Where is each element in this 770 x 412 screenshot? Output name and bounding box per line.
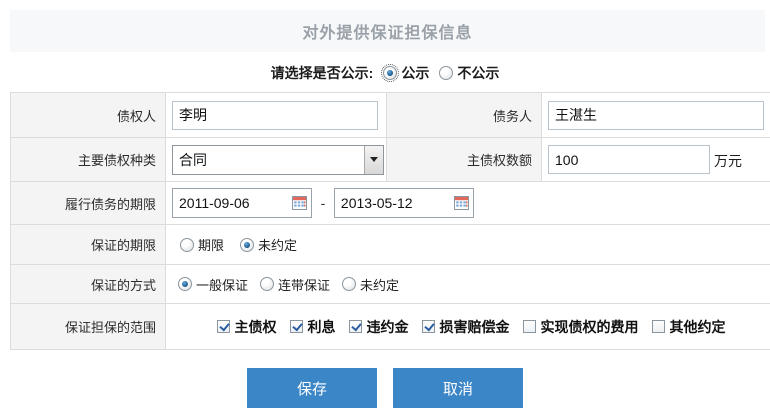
- table-row: 保证的方式 一般保证 连带保证 未约定: [11, 265, 770, 304]
- radio-icon[interactable]: [342, 277, 356, 291]
- scope-option-other-label: 其他约定: [670, 317, 726, 337]
- guarantee-method-label: 保证的方式: [11, 265, 166, 304]
- calendar-icon[interactable]: [292, 196, 307, 210]
- publicity-option-private-label: 不公示: [457, 63, 499, 83]
- guarantee-method-option-general[interactable]: 一般保证: [178, 275, 248, 294]
- select-dropdown-button[interactable]: [364, 146, 383, 174]
- claim-amount-label: 主债权数额: [387, 138, 542, 182]
- period-start-date-input[interactable]: 2011-09-06: [172, 188, 312, 218]
- debtor-label: 债务人: [387, 93, 542, 138]
- scope-option-penalty-label: 违约金: [367, 317, 409, 337]
- scope-option-damages-label: 损害赔偿金: [440, 317, 510, 337]
- table-row: 债权人 债务人: [11, 93, 770, 138]
- scope-option-realization-costs[interactable]: 实现债权的费用: [523, 317, 639, 337]
- radio-icon[interactable]: [178, 277, 192, 291]
- checkbox-icon[interactable]: [652, 320, 665, 333]
- checkbox-icon[interactable]: [290, 320, 303, 333]
- guarantee-method-option-unagreed[interactable]: 未约定: [342, 275, 399, 294]
- claim-amount-input[interactable]: [548, 145, 710, 174]
- radio-icon[interactable]: [439, 66, 453, 80]
- performance-period-label: 履行债务的期限: [11, 182, 166, 225]
- checkbox-icon[interactable]: [217, 320, 230, 333]
- scope-option-damages[interactable]: 损害赔偿金: [422, 317, 510, 337]
- save-button[interactable]: 保存: [247, 368, 377, 408]
- guarantee-period-label: 保证的期限: [11, 225, 166, 265]
- period-end-date-value: 2013-05-12: [341, 195, 413, 211]
- radio-icon[interactable]: [180, 238, 194, 252]
- table-row: 保证的期限 期限 未约定: [11, 225, 770, 265]
- guarantee-method-option-joint-label: 连带保证: [278, 275, 330, 294]
- publicity-option-public[interactable]: 公示: [383, 63, 429, 83]
- scope-option-penalty[interactable]: 违约金: [349, 317, 409, 337]
- publicity-label: 请选择是否公示:: [271, 63, 374, 83]
- publicity-option-public-label: 公示: [401, 63, 429, 83]
- checkbox-icon[interactable]: [523, 320, 536, 333]
- publicity-choice-row: 请选择是否公示: 公示 不公示: [0, 58, 770, 88]
- table-row: 主要债权种类 合同 主债权数额 万元: [11, 138, 770, 182]
- guarantee-method-option-joint[interactable]: 连带保证: [260, 275, 330, 294]
- guarantee-info-page: 对外提供保证担保信息 请选择是否公示: 公示 不公示 债权人 债务人 主要债权种…: [0, 0, 770, 412]
- guarantee-form-table: 债权人 债务人 主要债权种类 合同 主债权数额 万元: [10, 92, 770, 350]
- form-actions: 保存 取消: [0, 368, 770, 408]
- page-title: 对外提供保证担保信息: [302, 19, 472, 43]
- radio-icon[interactable]: [260, 277, 274, 291]
- table-row: 履行债务的期限 2011-09-06 -: [11, 182, 770, 225]
- claim-type-select[interactable]: 合同: [172, 145, 384, 175]
- scope-option-principal-claim-label: 主债权: [235, 317, 277, 337]
- guarantee-method-option-unagreed-label: 未约定: [360, 275, 399, 294]
- scope-option-other[interactable]: 其他约定: [652, 317, 726, 337]
- scope-option-realization-costs-label: 实现债权的费用: [541, 317, 639, 337]
- period-end-date-input[interactable]: 2013-05-12: [334, 188, 474, 218]
- guarantee-period-option-fixed[interactable]: 期限: [180, 235, 224, 254]
- calendar-icon[interactable]: [454, 196, 469, 210]
- checkbox-icon[interactable]: [349, 320, 362, 333]
- cancel-button[interactable]: 取消: [393, 368, 523, 408]
- debtor-input[interactable]: [548, 101, 764, 130]
- table-row: 保证担保的范围 主债权 利息 违约金: [11, 304, 770, 350]
- date-range-separator: -: [321, 195, 326, 211]
- guarantee-period-option-fixed-label: 期限: [198, 235, 224, 254]
- creditor-label: 债权人: [11, 93, 166, 138]
- guarantee-period-option-unagreed-label: 未约定: [258, 235, 297, 254]
- radio-icon[interactable]: [240, 238, 254, 252]
- guarantee-scope-label: 保证担保的范围: [11, 304, 166, 350]
- scope-option-interest-label: 利息: [308, 317, 336, 337]
- checkbox-icon[interactable]: [422, 320, 435, 333]
- dropdown-arrow-icon: [370, 157, 378, 162]
- period-start-date-value: 2011-09-06: [179, 195, 250, 211]
- guarantee-method-option-general-label: 一般保证: [196, 275, 248, 294]
- creditor-input[interactable]: [172, 101, 378, 130]
- guarantee-period-option-unagreed[interactable]: 未约定: [240, 235, 297, 254]
- publicity-option-private[interactable]: 不公示: [439, 63, 499, 83]
- claim-amount-unit: 万元: [714, 153, 742, 169]
- claim-type-selected-value: 合同: [173, 150, 207, 170]
- claim-type-label: 主要债权种类: [11, 138, 166, 182]
- radio-icon[interactable]: [383, 66, 397, 80]
- scope-option-interest[interactable]: 利息: [290, 317, 336, 337]
- scope-option-principal-claim[interactable]: 主债权: [217, 317, 277, 337]
- page-header: 对外提供保证担保信息: [10, 10, 765, 52]
